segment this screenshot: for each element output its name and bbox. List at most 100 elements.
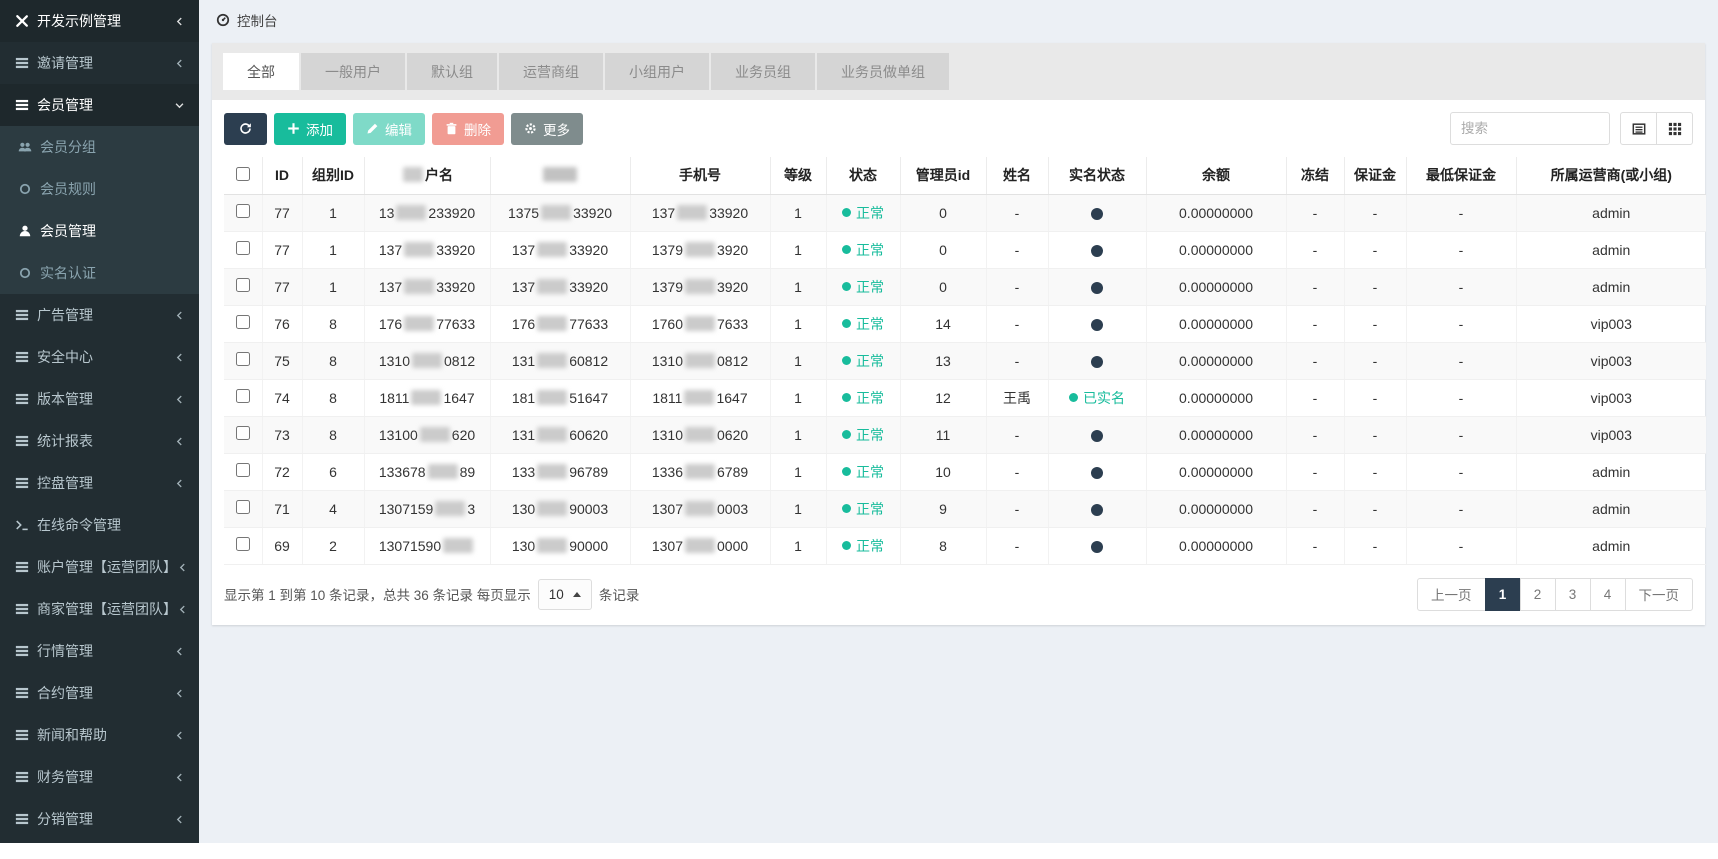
table-row[interactable]: 69 2 13071590 130 90000 1307 0000 1 正常 8-0.000000… xyxy=(224,527,1706,565)
table-row[interactable]: 71 4 1307159 3 130 90003 1307 0003 1 正常 9-0.000000… xyxy=(224,490,1706,528)
chevron-left-icon xyxy=(174,730,186,741)
cell-hidden: 130 90003 xyxy=(489,490,630,528)
sidebar-item-contract-management[interactable]: 合约管理 xyxy=(0,672,199,714)
sidebar-item-market-control[interactable]: 控盘管理 xyxy=(0,462,199,504)
table-row[interactable]: 75 8 1310 0812 131 60812 1310 0812 1 正常 13-0.00000… xyxy=(224,342,1706,380)
cell-balance: 0.00000000 xyxy=(1145,490,1286,528)
col-header-label: 组别ID xyxy=(312,167,354,184)
realname-dot-unverified xyxy=(1091,207,1103,220)
sidebar-item-finance-management[interactable]: 财务管理 xyxy=(0,756,199,798)
table-row[interactable]: 76 8 176 77633 176 77633 1760 7633 1 正常 14-0.00000… xyxy=(224,305,1706,343)
col-header-label: 所属运营商(或小组) xyxy=(1550,167,1672,184)
cell-phone: 137 33920 xyxy=(629,194,770,232)
search-input[interactable] xyxy=(1450,112,1610,145)
page-button-2[interactable]: 2 xyxy=(1519,577,1556,611)
status-label: 正常 xyxy=(856,352,884,369)
sidebar-item-distribution-management[interactable]: 分销管理 xyxy=(0,798,199,840)
cell-min-margin: - xyxy=(1405,305,1516,343)
table-row[interactable]: 77 1 137 33920 137 33920 1379 3920 1 正常 0-0.000000… xyxy=(224,268,1706,306)
page-button-3[interactable]: 3 xyxy=(1554,577,1591,611)
next-page-button[interactable]: 下一页 xyxy=(1624,577,1693,611)
table-row[interactable]: 77 1 13 233920 1375 33920 137 33920 1 正常 0-0.00000… xyxy=(224,194,1706,232)
row-checkbox[interactable] xyxy=(235,537,250,551)
username-redacted xyxy=(404,278,435,294)
row-checkbox[interactable] xyxy=(235,463,250,477)
row-checkbox[interactable] xyxy=(235,241,250,255)
cell-name: - xyxy=(985,527,1048,565)
table-row[interactable]: 73 8 13100 620 131 60620 1310 0620 1 正常 11-0.00000… xyxy=(224,416,1706,454)
select-all-checkbox[interactable] xyxy=(235,166,250,181)
col-header-name: 姓名 xyxy=(985,157,1048,195)
sidebar-item-stats-report[interactable]: 统计报表 xyxy=(0,420,199,462)
row-checkbox[interactable] xyxy=(235,204,250,218)
table-row[interactable]: 74 8 1811 1647 181 51647 1811 1647 1 正常 12 王禹 已实名 0.0… xyxy=(224,379,1706,417)
cell-realname-status xyxy=(1047,231,1146,269)
tab-team-user[interactable]: 小组用户 xyxy=(605,53,709,90)
cell-id: 77 xyxy=(261,268,302,306)
sidebar-item-invite-management[interactable]: 邀请管理 xyxy=(0,42,199,84)
sidebar-item-dev-demo-management[interactable]: 开发示例管理 xyxy=(0,0,199,42)
status-dot xyxy=(842,467,851,476)
cell-status: 正常 xyxy=(825,379,900,417)
sidebar-item-online-command[interactable]: 在线命令管理 xyxy=(0,504,199,546)
cell-level: 1 xyxy=(769,527,826,565)
sidebar-item-version-management[interactable]: 版本管理 xyxy=(0,378,199,420)
cell-status: 正常 xyxy=(825,305,900,343)
sidebar-item-member-rules[interactable]: 会员规则 xyxy=(0,168,199,210)
tab-general-user[interactable]: 一般用户 xyxy=(301,53,405,90)
page-button-4[interactable]: 4 xyxy=(1589,577,1626,611)
cell-select xyxy=(224,231,262,269)
col-header-label: ID xyxy=(275,167,289,184)
sidebar-item-label: 统计报表 xyxy=(37,433,93,449)
sidebar-item-member-management[interactable]: 会员管理 xyxy=(0,84,199,126)
sidebar-item-quotes-management[interactable]: 行情管理 xyxy=(0,630,199,672)
phone-prefix: 1307 xyxy=(651,537,683,554)
status-label: 正常 xyxy=(856,315,884,332)
sidebar-item-label: 邀请管理 xyxy=(37,55,93,71)
tab-default-group[interactable]: 默认组 xyxy=(407,53,497,90)
edit-button[interactable]: 编辑 xyxy=(353,112,425,145)
prev-page-button[interactable]: 上一页 xyxy=(1417,577,1486,611)
hidden-col-prefix: 130 xyxy=(511,500,536,517)
tab-operator-group[interactable]: 运营商组 xyxy=(499,53,603,90)
sidebar-item-security-center[interactable]: 安全中心 xyxy=(0,336,199,378)
page-size-select[interactable]: 10 xyxy=(537,578,592,610)
row-checkbox[interactable] xyxy=(235,278,250,292)
row-checkbox[interactable] xyxy=(235,500,250,514)
row-checkbox[interactable] xyxy=(235,315,250,329)
columns-view-button[interactable] xyxy=(1656,112,1693,145)
col-header-operator: 所属运营商(或小组) xyxy=(1515,157,1706,195)
cell-operator: vip003 xyxy=(1515,305,1706,343)
sidebar-item-member-management-sub[interactable]: 会员管理 xyxy=(0,210,199,252)
tab-all[interactable]: 全部 xyxy=(223,53,299,90)
cell-level: 1 xyxy=(769,231,826,269)
page-button-1[interactable]: 1 xyxy=(1484,577,1521,611)
refresh-icon xyxy=(239,122,252,135)
cell-hidden: 137 33920 xyxy=(489,268,630,306)
delete-button[interactable]: 删除 xyxy=(432,112,504,145)
cell-balance: 0.00000000 xyxy=(1145,453,1286,491)
realname-badge: 已实名 xyxy=(1069,388,1125,408)
row-checkbox[interactable] xyxy=(235,426,250,440)
sidebar-item-realname-auth[interactable]: 实名认证 xyxy=(0,252,199,294)
row-checkbox[interactable] xyxy=(235,389,250,403)
detail-view-button[interactable] xyxy=(1620,112,1657,145)
tab-salesman-group[interactable]: 业务员组 xyxy=(711,53,815,90)
table-row[interactable]: 77 1 137 33920 137 33920 1379 3920 1 正常 0-0.000000… xyxy=(224,231,1706,269)
row-checkbox[interactable] xyxy=(235,352,250,366)
sidebar-item-ad-management[interactable]: 广告管理 xyxy=(0,294,199,336)
table-row[interactable]: 72 6 133678 89 133 96789 1336 6789 1 正常 10-0.00000… xyxy=(224,453,1706,491)
cell-group-id: 1 xyxy=(301,268,364,306)
sidebar-item-member-group[interactable]: 会员分组 xyxy=(0,126,199,168)
sidebar-item-account-management-ops[interactable]: 账户管理【运营团队】 xyxy=(0,546,199,588)
more-button[interactable]: 更多 xyxy=(511,112,583,145)
add-button[interactable]: 添加 xyxy=(274,112,346,145)
sidebar-item-label: 会员规则 xyxy=(40,181,96,197)
tab-salesman-order-group[interactable]: 业务员做单组 xyxy=(817,53,949,90)
cell-id: 71 xyxy=(261,490,302,528)
cell-margin: - xyxy=(1343,194,1406,232)
cell-balance: 0.00000000 xyxy=(1145,268,1286,306)
refresh-button[interactable] xyxy=(224,112,267,145)
sidebar-item-merchant-management-ops[interactable]: 商家管理【运营团队】 xyxy=(0,588,199,630)
sidebar-item-news-help[interactable]: 新闻和帮助 xyxy=(0,714,199,756)
